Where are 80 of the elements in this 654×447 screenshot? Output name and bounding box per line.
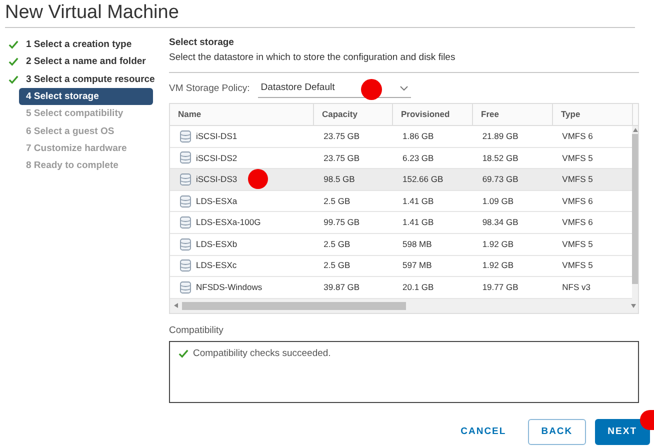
table-cell: 152.66 GB: [402, 173, 444, 186]
table-cell: 598 MB: [402, 238, 432, 251]
table-cell: 2.5 GB: [324, 238, 350, 251]
scroll-up-icon[interactable]: [632, 128, 638, 132]
table-cell: 1.09 GB: [482, 194, 514, 208]
table-cell: LDS-ESXa-100G: [196, 216, 261, 230]
table-cell: iSCSI-DS2: [196, 152, 238, 164]
table-cell: 1.41 GB: [402, 216, 434, 230]
table-row[interactable]: LDS-ESXc 2.5 GB 597 MB 1.92 GB VMFS 5: [170, 256, 632, 278]
table-cell: 2.5 GB: [324, 194, 350, 208]
column-header[interactable]: Name: [170, 104, 314, 125]
compatibility-label: Compatibility: [169, 324, 224, 338]
horizontal-scrollbar[interactable]: [170, 298, 638, 313]
table-cell: LDS-ESXc: [196, 259, 237, 272]
table-cell: VMFS 6: [562, 194, 593, 208]
table-cell: 6.23 GB: [402, 152, 434, 164]
table-cell: iSCSI-DS1: [196, 130, 238, 143]
table-cell: VMFS 6: [562, 216, 593, 230]
scroll-down-icon[interactable]: [631, 304, 636, 308]
column-header[interactable]: Free: [473, 104, 553, 125]
table-cell: LDS-ESXa: [196, 194, 238, 208]
table-row[interactable]: iSCSI-DS2 23.75 GB 6.23 GB 18.52 GB VMFS 5: [170, 148, 632, 170]
check-icon: [8, 39, 19, 50]
table-cell: VMFS 5: [562, 238, 593, 251]
table-cell: 20.1 GB: [402, 281, 434, 294]
table-cell: 19.77 GB: [482, 281, 518, 294]
database-icon: [180, 280, 191, 294]
wizard-step[interactable]: 4 Select storage: [19, 88, 153, 106]
check-icon: [8, 56, 19, 68]
vertical-scrollbar[interactable]: [632, 126, 638, 299]
table-cell: 18.52 GB: [482, 152, 518, 164]
table-cell: 23.75 GB: [324, 130, 360, 143]
table-cell: 21.89 GB: [482, 130, 518, 143]
scroll-left-icon[interactable]: [174, 303, 178, 308]
wizard-step[interactable]: 3 Select a compute resource: [23, 70, 158, 88]
table-row[interactable]: iSCSI-DS3 98.5 GB 152.66 GB 69.73 GB VMFS 5: [170, 169, 632, 191]
check-icon: [8, 74, 19, 85]
database-icon: [180, 216, 191, 230]
table-cell: 69.73 GB: [482, 173, 518, 186]
table-cell: LDS-ESXb: [196, 238, 238, 251]
table-cell: 2.5 GB: [324, 259, 350, 272]
table-cell: VMFS 5: [562, 259, 593, 272]
table-cell: 23.75 GB: [324, 152, 360, 164]
database-icon: [180, 238, 191, 251]
table-cell: 98.34 GB: [482, 216, 518, 230]
table-cell: 597 MB: [402, 259, 432, 272]
table-cell: 1.86 GB: [402, 130, 434, 143]
table-cell: NFS v3: [562, 281, 590, 294]
database-icon: [180, 151, 191, 164]
click-marker-icon: [248, 169, 268, 190]
table-cell: VMFS 5: [562, 173, 593, 186]
table-cell: VMFS 6: [562, 130, 593, 143]
table-cell: iSCSI-DS3: [196, 173, 238, 186]
table-cell: 1.92 GB: [482, 259, 514, 272]
column-header[interactable]: Type: [553, 104, 633, 125]
column-header[interactable]: Capacity: [314, 104, 393, 125]
table-cell: NFSDS-Windows: [196, 281, 262, 294]
column-header[interactable]: Provisioned: [393, 104, 473, 125]
table-cell: 39.87 GB: [324, 281, 360, 294]
compatibility-message: Compatibility checks succeeded.: [193, 346, 331, 361]
caret-icon: [400, 86, 408, 91]
database-icon: [180, 259, 191, 272]
section-title: Select storage: [169, 36, 235, 50]
table-cell: VMFS 5: [562, 152, 593, 164]
click-marker-icon: [361, 79, 382, 100]
table-cell: 1.41 GB: [402, 194, 434, 208]
table-cell: 98.5 GB: [324, 173, 355, 186]
wizard-button[interactable]: NEXT: [594, 419, 650, 445]
window-title: New Virtual Machine: [5, 1, 180, 25]
table-cell: 99.75 GB: [324, 216, 360, 230]
policy-label: VM Storage Policy:: [169, 82, 250, 96]
section-description: Select the datastore in which to store the configuration and disk files: [169, 51, 456, 65]
database-icon: [180, 130, 191, 143]
database-icon: [180, 172, 191, 186]
table-cell: 1.92 GB: [482, 238, 514, 251]
wizard-step[interactable]: 2 Select a name and folder: [23, 53, 149, 70]
wizard-step[interactable]: 1 Select a creation type: [23, 36, 135, 54]
wizard-button[interactable]: BACK: [528, 419, 586, 445]
database-icon: [180, 194, 191, 208]
click-marker-icon: [640, 410, 654, 430]
